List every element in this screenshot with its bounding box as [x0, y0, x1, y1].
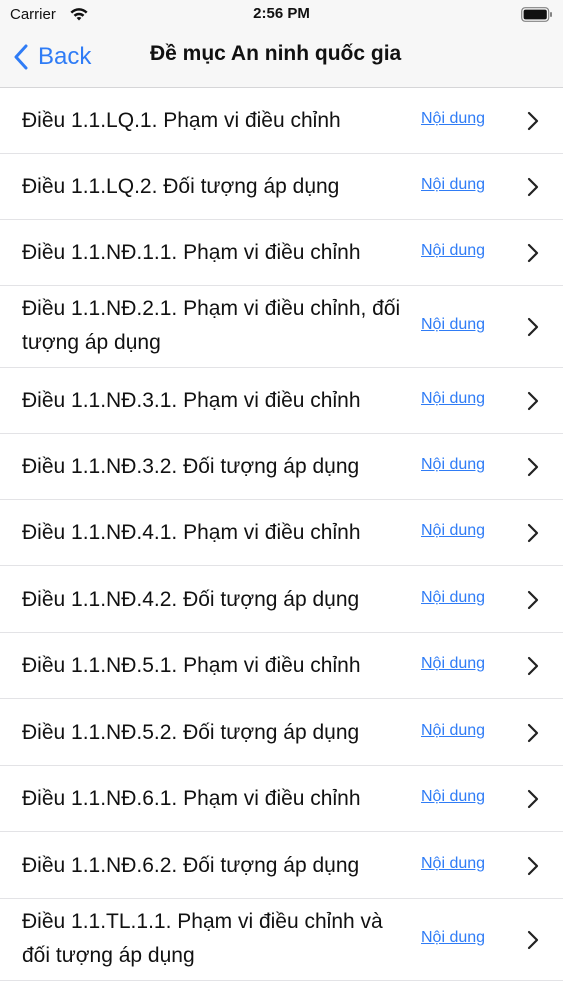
battery-icon [521, 7, 552, 22]
list-item[interactable]: Điều 1.1.TL.1.1. Phạm vi điều chỉnh và đ… [0, 899, 563, 981]
content-link[interactable]: Nội dung [421, 929, 485, 947]
article-list: Điều 1.1.LQ.1. Phạm vi điều chỉnh Nội dun… [0, 88, 563, 981]
list-item-title: Điều 1.1.NĐ.3.2. Đối tượng áp dụng [22, 455, 360, 478]
back-button[interactable]: Back [14, 40, 91, 74]
content-link[interactable]: Nội dung [421, 522, 485, 540]
chevron-right-icon[interactable] [527, 111, 539, 131]
page-title-text: Đề mục An ninh quốc gia [150, 42, 402, 65]
chevron-right-icon[interactable] [527, 523, 539, 543]
list-item-title: Điều 1.1.NĐ.4.2. Đối tượng áp dụng [22, 588, 360, 611]
list-item-title: Điều 1.1.LQ.2. Đối tượng áp dụng [22, 175, 340, 198]
list-item-title: Điều 1.1.NĐ.6.1. Phạm vi điều chỉnh [22, 787, 361, 810]
list-item[interactable]: Điều 1.1.NĐ.5.1. Phạm vi điều chỉnh Nội d… [0, 633, 563, 699]
list-item-title: Điều 1.1.TL.1.1. Phạm vi điều chỉnh và đ… [22, 910, 383, 967]
chevron-right-icon[interactable] [527, 789, 539, 809]
content-link[interactable]: Nội dung [421, 316, 485, 334]
status-bar: Carrier 2:56 PM [0, 0, 563, 30]
page-title: Đề mục An ninh quốc gia [130, 42, 543, 66]
content-link[interactable]: Nội dung [421, 456, 485, 474]
content-link[interactable]: Nội dung [421, 788, 485, 806]
content-link[interactable]: Nội dung [421, 242, 485, 260]
back-label: Back [38, 43, 92, 70]
list-item[interactable]: Điều 1.1.NĐ.3.2. Đối tượng áp dụng Nội du… [0, 434, 563, 500]
chevron-right-icon[interactable] [527, 856, 539, 876]
list-item-title: Điều 1.1.NĐ.2.1. Phạm vi điều chỉnh, đối… [22, 297, 401, 354]
list-item-title: Điều 1.1.NĐ.5.2. Đối tượng áp dụng [22, 721, 360, 744]
list-item[interactable]: Điều 1.1.NĐ.3.1. Phạm vi điều chỉnh Nội d… [0, 368, 563, 434]
list-item-title: Điều 1.1.NĐ.4.1. Phạm vi điều chỉnh [22, 521, 361, 544]
content-link[interactable]: Nội dung [421, 110, 485, 128]
content-link[interactable]: Nội dung [421, 176, 485, 194]
list-item[interactable]: Điều 1.1.NĐ.4.1. Phạm vi điều chỉnh Nội d… [0, 500, 563, 566]
list-item[interactable]: Điều 1.1.NĐ.4.2. Đối tượng áp dụng Nội du… [0, 566, 563, 633]
chevron-left-icon [14, 44, 28, 70]
content-link[interactable]: Nội dung [421, 589, 485, 607]
content-link[interactable]: Nội dung [421, 722, 485, 740]
list-item-title: Điều 1.1.NĐ.1.1. Phạm vi điều chỉnh [22, 241, 361, 264]
chevron-right-icon[interactable] [527, 656, 539, 676]
content-link[interactable]: Nội dung [421, 390, 485, 408]
chevron-right-icon[interactable] [527, 243, 539, 263]
chevron-right-icon[interactable] [527, 457, 539, 477]
status-time: 2:56 PM [253, 5, 310, 22]
list-item[interactable]: Điều 1.1.NĐ.5.2. Đối tượng áp dụng Nội du… [0, 699, 563, 766]
chevron-right-icon[interactable] [527, 723, 539, 743]
chevron-right-icon[interactable] [527, 391, 539, 411]
chevron-right-icon[interactable] [527, 930, 539, 950]
list-item[interactable]: Điều 1.1.NĐ.1.1. Phạm vi điều chỉnh Nội d… [0, 220, 563, 286]
content-link[interactable]: Nội dung [421, 855, 485, 873]
list-item[interactable]: Điều 1.1.LQ.2. Đối tượng áp dụng Nội dung [0, 154, 563, 220]
list-item[interactable]: Điều 1.1.NĐ.6.2. Đối tượng áp dụng Nội du… [0, 832, 563, 899]
content-link[interactable]: Nội dung [421, 655, 485, 673]
list-item-title: Điều 1.1.LQ.1. Phạm vi điều chỉnh [22, 109, 341, 132]
top-bar: Carrier 2:56 PM Back Đề mục An ninh quốc… [0, 0, 563, 88]
chevron-right-icon[interactable] [527, 590, 539, 610]
list-item[interactable]: Điều 1.1.NĐ.2.1. Phạm vi điều chỉnh, đối… [0, 286, 563, 368]
list-item-title: Điều 1.1.NĐ.6.2. Đối tượng áp dụng [22, 854, 360, 877]
list-item[interactable]: Điều 1.1.NĐ.6.1. Phạm vi điều chỉnh Nội d… [0, 766, 563, 832]
chevron-right-icon[interactable] [527, 317, 539, 337]
chevron-right-icon[interactable] [527, 177, 539, 197]
list-item-title: Điều 1.1.NĐ.3.1. Phạm vi điều chỉnh [22, 389, 361, 412]
list-item[interactable]: Điều 1.1.LQ.1. Phạm vi điều chỉnh Nội dun… [0, 88, 563, 154]
navigation-bar: Back Đề mục An ninh quốc gia [0, 30, 563, 88]
list-item-title: Điều 1.1.NĐ.5.1. Phạm vi điều chỉnh [22, 654, 361, 677]
